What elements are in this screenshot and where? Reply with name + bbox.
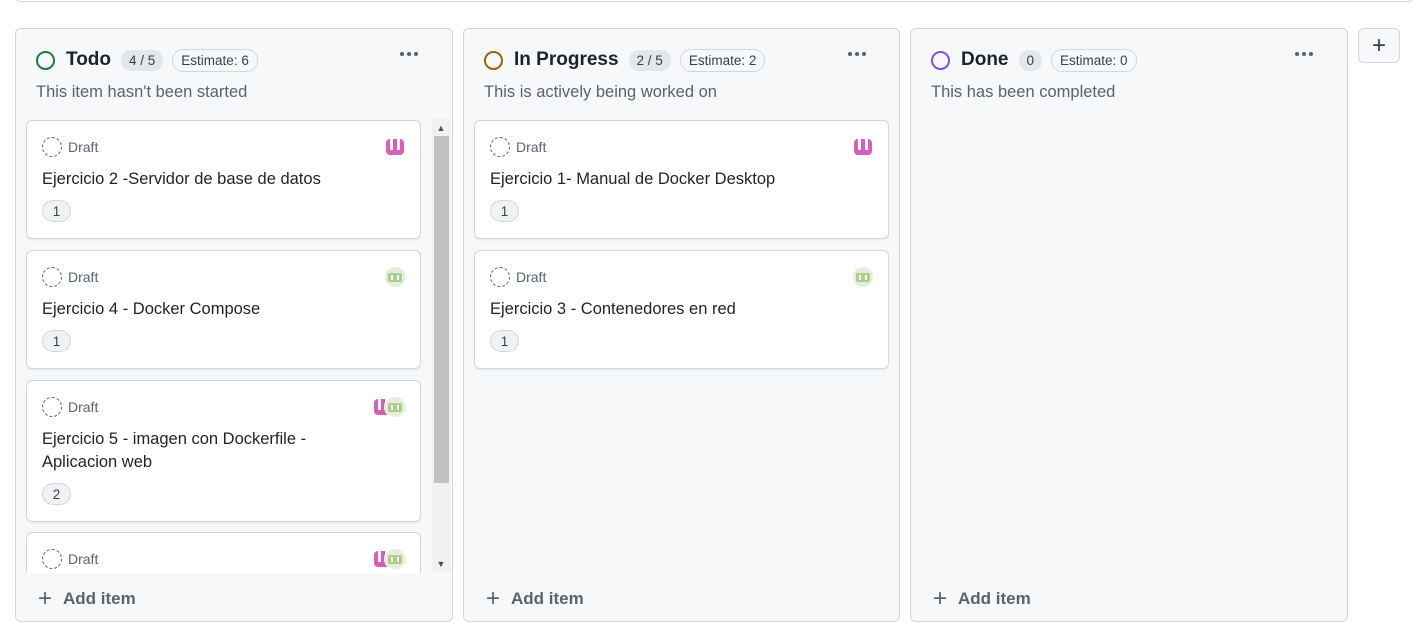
card-status: Draft bbox=[68, 399, 99, 415]
column-more-button[interactable] bbox=[394, 43, 424, 65]
card[interactable]: Draft bbox=[26, 532, 421, 573]
card[interactable]: Draft Ejercicio 2 -Servidor de base de d… bbox=[26, 120, 421, 239]
card-status: Draft bbox=[68, 269, 99, 285]
card-list: Draft Ejercicio 1- Manual de Docker Desk… bbox=[474, 120, 889, 573]
add-column-button[interactable]: + bbox=[1358, 28, 1400, 63]
estimate-badge: Estimate: 2 bbox=[679, 48, 766, 72]
column-header: Todo 4 / 5 Estimate: 6 bbox=[36, 45, 258, 75]
green-avatar[interactable] bbox=[384, 548, 406, 570]
column-description: This has been completed bbox=[931, 83, 1116, 101]
item-count-badge: 4 / 5 bbox=[121, 49, 164, 71]
card-status: Draft bbox=[68, 551, 99, 567]
column-more-button[interactable] bbox=[1289, 43, 1319, 65]
card-title[interactable]: Ejercicio 5 - imagen con Dockerfile - Ap… bbox=[42, 428, 360, 474]
estimate-badge: Estimate: 0 bbox=[1051, 48, 1137, 72]
status-circle-icon bbox=[484, 50, 503, 70]
scroll-thumb[interactable] bbox=[434, 136, 449, 483]
scroll-up-arrow-icon[interactable]: ▲ bbox=[432, 119, 450, 136]
green-avatar[interactable] bbox=[384, 396, 406, 418]
column-header: Done 0 Estimate: 0 bbox=[931, 45, 1137, 75]
card-list: Draft Ejercicio 2 -Servidor de base de d… bbox=[26, 120, 421, 573]
card[interactable]: Draft Ejercicio 3 - Contenedores en red … bbox=[474, 250, 889, 369]
draft-icon bbox=[42, 397, 62, 417]
estimate-badge: Estimate: 6 bbox=[172, 48, 258, 72]
column-header: In Progress 2 / 5 Estimate: 2 bbox=[484, 45, 766, 75]
draft-icon bbox=[490, 267, 510, 287]
card[interactable]: Draft Ejercicio 4 - Docker Compose 1 bbox=[26, 250, 421, 369]
card-title[interactable]: Ejercicio 2 -Servidor de base de datos bbox=[42, 168, 360, 191]
status-circle-icon bbox=[36, 50, 55, 70]
card-title[interactable]: Ejercicio 3 - Contenedores en red bbox=[490, 298, 828, 321]
item-count-badge: 2 / 5 bbox=[628, 49, 671, 71]
add-item-label: Add item bbox=[958, 589, 1031, 608]
pink-avatar[interactable] bbox=[852, 136, 874, 158]
card-status: Draft bbox=[68, 139, 99, 155]
card-title[interactable]: Ejercicio 1- Manual de Docker Desktop bbox=[490, 168, 828, 191]
sub-issue-count-badge: 2 bbox=[42, 483, 71, 505]
draft-icon bbox=[42, 549, 62, 569]
add-item-label: Add item bbox=[63, 589, 136, 608]
column-title: Todo bbox=[66, 49, 112, 70]
column-description: This item hasn't been started bbox=[36, 83, 248, 101]
column-description: This is actively being worked on bbox=[484, 83, 717, 101]
card-status: Draft bbox=[516, 269, 547, 285]
scroll-down-arrow-icon[interactable]: ▼ bbox=[432, 555, 450, 572]
plus-icon: + bbox=[933, 585, 948, 612]
plus-icon: + bbox=[38, 585, 53, 612]
draft-icon bbox=[42, 137, 62, 157]
sub-issue-count-badge: 1 bbox=[490, 330, 519, 352]
green-avatar[interactable] bbox=[384, 266, 406, 288]
sub-issue-count-badge: 1 bbox=[490, 200, 519, 222]
plus-icon: + bbox=[486, 585, 501, 612]
draft-icon bbox=[490, 137, 510, 157]
column-title: Done bbox=[961, 49, 1009, 70]
column-done: Done 0 Estimate: 0 This has been complet… bbox=[910, 28, 1348, 622]
vertical-scrollbar[interactable]: ▲ ▼ bbox=[432, 119, 450, 572]
card[interactable]: Draft Ejercicio 5 - imagen con Dockerfil… bbox=[26, 380, 421, 522]
item-count-badge: 0 bbox=[1018, 49, 1043, 71]
green-avatar[interactable] bbox=[852, 266, 874, 288]
draft-icon bbox=[42, 267, 62, 287]
add-item-button[interactable]: + Add item bbox=[486, 585, 584, 612]
card-status: Draft bbox=[516, 139, 547, 155]
column-todo: Todo 4 / 5 Estimate: 6 This item hasn't … bbox=[15, 28, 453, 622]
status-circle-icon bbox=[931, 50, 950, 70]
card-title[interactable]: Ejercicio 4 - Docker Compose bbox=[42, 298, 360, 321]
sub-issue-count-badge: 1 bbox=[42, 330, 71, 352]
column-more-button[interactable] bbox=[842, 43, 872, 65]
column-in-progress: In Progress 2 / 5 Estimate: 2 This is ac… bbox=[463, 28, 900, 622]
card[interactable]: Draft Ejercicio 1- Manual de Docker Desk… bbox=[474, 120, 889, 239]
pink-avatar[interactable] bbox=[384, 136, 406, 158]
add-item-label: Add item bbox=[511, 589, 584, 608]
add-item-button[interactable]: + Add item bbox=[933, 585, 1031, 612]
sub-issue-count-badge: 1 bbox=[42, 200, 71, 222]
column-title: In Progress bbox=[514, 49, 619, 70]
add-item-button[interactable]: + Add item bbox=[38, 585, 136, 612]
top-toolbar-edge bbox=[15, 0, 1414, 2]
